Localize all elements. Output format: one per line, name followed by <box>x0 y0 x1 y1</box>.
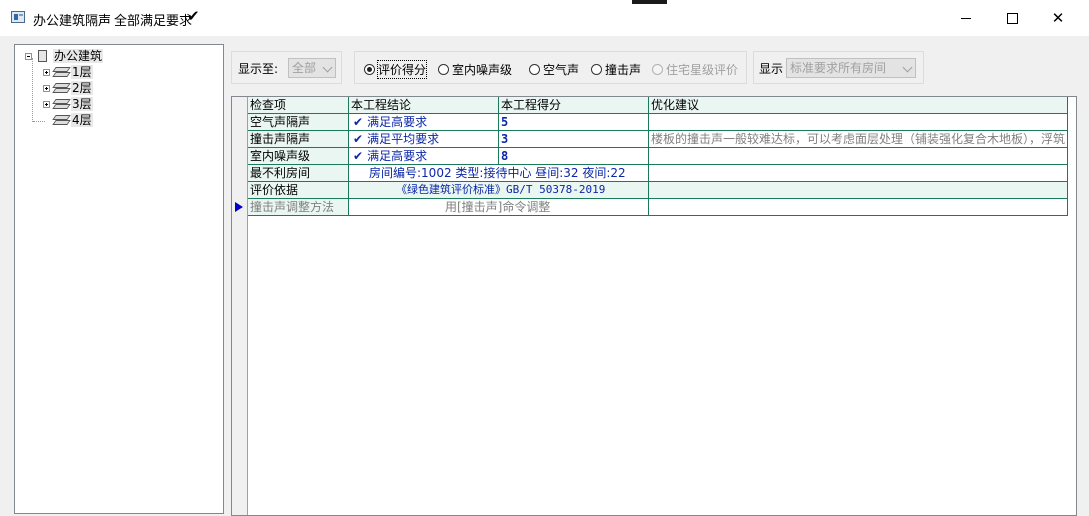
table-cell-conclusion[interactable]: ✔ 满足高要求 <box>349 114 499 131</box>
radio-airborne-sound[interactable]: 空气声 <box>529 61 579 78</box>
top-strip <box>632 0 667 4</box>
floor-icon <box>53 66 69 78</box>
show-label: 显示 <box>759 62 784 76</box>
column-header-score[interactable]: 本工程得分 <box>499 97 649 114</box>
conclusion-text: 满足高要求 <box>367 115 428 129</box>
table-row-item[interactable]: 室内噪声级 <box>248 148 349 165</box>
radio-label: 住宅星级评价 <box>666 63 739 77</box>
check-icon: ✔ <box>353 149 364 163</box>
app-icon <box>11 11 25 23</box>
tree-item-label: 2层 <box>71 81 93 95</box>
building-icon <box>38 50 47 62</box>
tree-item-floor-1[interactable]: 1层 <box>43 64 93 80</box>
check-icon: ✔ <box>353 115 364 129</box>
show-value: 标准要求所有房间 <box>790 61 887 75</box>
table-cell-score[interactable]: 5 <box>499 114 649 131</box>
radio-label: 室内噪声级 <box>452 63 513 77</box>
table-row-item[interactable]: 撞击声调整方法 <box>248 199 349 216</box>
title-status: 全部满足要求 <box>114 14 193 29</box>
table-cell-advice[interactable] <box>649 182 1068 199</box>
radio-residential-star: 住宅星级评价 <box>652 61 738 78</box>
table-cell-score[interactable]: 8 <box>499 148 649 165</box>
conclusion-text: 满足平均要求 <box>367 132 440 146</box>
window-title: 办公建筑隔声 <box>33 14 112 29</box>
table-cell-advice[interactable] <box>649 148 1068 165</box>
floor-icon <box>53 82 69 94</box>
table-cell-conclusion[interactable]: ✔ 满足平均要求 <box>349 131 499 148</box>
chevron-down-icon <box>902 62 913 73</box>
tree-item-floor-2[interactable]: 2层 <box>43 80 93 96</box>
table-cell-advice[interactable] <box>649 165 1068 182</box>
table-row-item[interactable]: 评价依据 <box>248 182 349 199</box>
expand-icon[interactable] <box>43 68 50 76</box>
table-row-item[interactable]: 最不利房间 <box>248 165 349 182</box>
show-select[interactable]: 标准要求所有房间 <box>786 58 916 78</box>
column-header-conclusion[interactable]: 本工程结论 <box>349 97 499 114</box>
display-to-select[interactable]: 全部 <box>288 58 336 78</box>
tree-item-floor-3[interactable]: 3层 <box>43 96 93 112</box>
tree-guide <box>32 58 33 122</box>
table-row-item[interactable]: 撞击声隔声 <box>248 131 349 148</box>
radio-indoor-noise[interactable]: 室内噪声级 <box>438 61 512 78</box>
table-cell-advice[interactable] <box>649 114 1068 131</box>
expand-icon[interactable] <box>43 84 50 92</box>
radio-label: 空气声 <box>543 63 580 77</box>
floor-icon <box>53 98 69 110</box>
radio-icon <box>529 64 540 75</box>
table-cell-advice[interactable] <box>649 199 1068 216</box>
radio-label: 撞击声 <box>605 63 642 77</box>
minimize-icon <box>961 17 971 19</box>
adjust-method-cell[interactable]: 用[撞击声]命令调整 <box>349 199 649 216</box>
table-cell-conclusion[interactable]: ✔ 满足高要求 <box>349 148 499 165</box>
minimize-button[interactable] <box>943 0 989 36</box>
tree-item-label: 1层 <box>71 65 93 79</box>
radio-evaluation-score[interactable]: 评价得分 <box>364 60 428 79</box>
table-cell-score[interactable]: 3 <box>499 131 649 148</box>
tree-item-label: 3层 <box>71 97 93 111</box>
current-row-icon <box>235 202 243 212</box>
row-indicator-column <box>232 97 248 515</box>
expand-icon[interactable] <box>43 100 50 108</box>
radio-icon <box>438 64 449 75</box>
tree-item-floor-4[interactable]: 4层 <box>53 112 93 128</box>
chevron-down-icon <box>322 62 333 73</box>
close-icon: ✕ <box>1051 9 1065 27</box>
close-button[interactable]: ✕ <box>1035 0 1081 36</box>
check-icon: ✔ <box>353 132 364 146</box>
floor-icon <box>53 114 69 126</box>
results-grid[interactable]: 检查项 本工程结论 本工程得分 优化建议 空气声隔声 ✔ 满足高要求 5 撞击声隔… <box>231 96 1077 516</box>
conclusion-text: 满足高要求 <box>367 149 428 163</box>
building-tree[interactable]: 办公建筑 1层 2层 3层 4层 <box>14 44 224 514</box>
radio-impact-sound[interactable]: 撞击声 <box>591 61 641 78</box>
maximize-button[interactable] <box>989 0 1035 36</box>
display-to-group: 显示至: 全部 <box>231 51 342 84</box>
view-mode-group: 评价得分 室内噪声级 空气声 撞击声 住宅星级评价 <box>354 51 747 84</box>
title-bar: 办公建筑隔声 全部满足要求 ✔ ✕ <box>0 0 1089 36</box>
display-to-label: 显示至: <box>238 62 279 76</box>
collapse-icon[interactable] <box>25 52 32 60</box>
radio-selected-icon <box>364 64 375 75</box>
show-group: 显示 标准要求所有房间 <box>753 51 924 84</box>
table-row-item[interactable]: 空气声隔声 <box>248 114 349 131</box>
tree-guide <box>33 121 45 122</box>
table-cell-advice[interactable]: 楼板的撞击声一般较难达标，可以考虑面层处理（铺装强化复合木地板），浮筑 <box>649 131 1068 148</box>
tree-root[interactable]: 办公建筑 <box>25 48 104 64</box>
radio-icon <box>652 64 663 75</box>
radio-icon <box>591 64 602 75</box>
status-check-icon: ✔ <box>187 7 200 25</box>
worst-room-cell[interactable]: 房间编号:1002 类型:接待中心 昼间:32 夜间:22 <box>349 165 649 182</box>
radio-label: 评价得分 <box>376 60 428 79</box>
evaluation-basis-cell[interactable]: 《绿色建筑评价标准》GB/T 50378-2019 <box>349 182 649 199</box>
column-header-item[interactable]: 检查项 <box>248 97 349 114</box>
maximize-icon <box>1006 12 1018 24</box>
tree-root-label: 办公建筑 <box>53 49 104 63</box>
display-to-value: 全部 <box>292 61 317 75</box>
column-header-advice[interactable]: 优化建议 <box>649 97 1068 114</box>
tree-item-label: 4层 <box>71 113 93 127</box>
